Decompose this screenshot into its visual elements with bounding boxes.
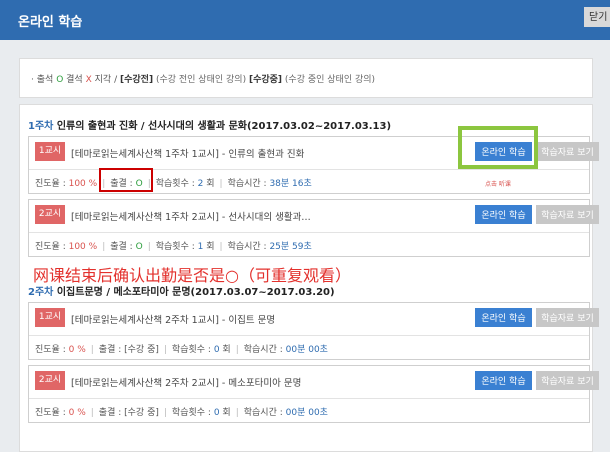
highlight-box-attendance xyxy=(99,168,153,192)
lesson-stats: 진도율 : 100 % | 출결 : O | 학습횟수 : 2 회 | 학습시간 : 38분… xyxy=(35,179,312,189)
lesson-stats: 진도율 : 100 % | 출결 : O | 학습횟수 : 1 회 | 학습시간 : 25분… xyxy=(35,242,312,252)
lesson-card: 2교시 [테마로읽는세계사산책 1주차 2교시] - 선사시대의 생활과… 온라… xyxy=(28,199,599,257)
study-count-unit: 회 xyxy=(222,345,231,355)
lesson-title: [테마로읽는세계사산책 1주차 2교시] - 선사시대의 생활과… xyxy=(71,212,311,223)
online-study-button[interactable]: 온라인 학습 xyxy=(475,371,532,390)
study-time-value: 00분 00초 xyxy=(285,408,328,418)
lesson-badge: 1교시 xyxy=(35,308,65,327)
attendance-label: 출결 : xyxy=(98,408,122,418)
legend-x-mark: X xyxy=(85,75,92,85)
legend-absent: 결석 xyxy=(66,75,83,85)
week-topic: 이집트문명 / 메소포타미아 문명(2017.03.07~2017.03.20) xyxy=(56,287,335,298)
study-time-value: 00분 00초 xyxy=(285,345,328,355)
lesson-title: [테마로읽는세계사산책 2주차 2교시] - 메소포타미아 문명 xyxy=(71,378,302,389)
legend-before-desc: (수강 전인 상태인 강의) xyxy=(155,75,247,85)
attendance-value: O xyxy=(135,242,143,252)
legend-ongoing-tag: [수강중] xyxy=(248,75,283,85)
attendance-label: 출결 : xyxy=(110,242,133,252)
study-count-label: 학습횟수 : xyxy=(155,179,195,189)
study-time-value: 25분 59초 xyxy=(269,242,312,252)
study-count-unit: 회 xyxy=(206,242,215,252)
view-material-button[interactable]: 학습자료 보기 xyxy=(536,205,599,224)
view-material-button[interactable]: 학습자료 보기 xyxy=(536,308,599,327)
legend-separator: / xyxy=(114,75,118,85)
lesson-title: [테마로읽는세계사산책 1주차 1교시] - 인류의 출현과 진화 xyxy=(71,149,305,160)
page-title: 온라인 학습 xyxy=(18,15,83,30)
legend-ongoing-desc: (수강 중인 상태인 강의) xyxy=(284,75,376,85)
lesson-stats: 진도율 : 0 % | 출결 : [수강 중] | 학습횟수 : 0 회 | 학습시간 : … xyxy=(35,408,328,418)
legend-before-tag: [수강전] xyxy=(120,75,154,85)
study-count-value: 2 xyxy=(197,179,204,189)
progress-value: 100 % xyxy=(68,179,98,189)
lesson-stats: 진도율 : 0 % | 출결 : [수강 중] | 학습횟수 : 0 회 | 학습시간 : … xyxy=(35,345,328,355)
annotation-note: 点击 听课 xyxy=(485,181,511,188)
progress-label: 진도율 : xyxy=(35,408,66,418)
study-count-value: 1 xyxy=(197,242,204,252)
online-study-button[interactable]: 온라인 학습 xyxy=(475,308,532,327)
study-time-value: 38분 16초 xyxy=(269,179,312,189)
progress-label: 진도율 : xyxy=(35,242,66,252)
lesson-card: 1교시 [테마로읽는세계사산책 2주차 1교시] - 이집트 문명 온라인 학습… xyxy=(28,302,599,360)
annotation-text: 网课结束后确认出勤是否是○（可重复观看） xyxy=(33,266,351,285)
lesson-badge: 2교시 xyxy=(35,371,65,390)
study-time-label: 학습시간 : xyxy=(227,179,267,189)
highlight-box-study-button xyxy=(458,126,538,169)
legend-attendance: 출석 xyxy=(36,75,54,85)
study-time-label: 학습시간 : xyxy=(243,345,283,355)
week-title: 1주차 인류의 출현과 진화 / 선사시대의 생활과 문화(2017.03.02… xyxy=(28,117,391,132)
progress-value: 100 % xyxy=(68,242,98,252)
study-count-value: 0 xyxy=(213,408,220,418)
week-number: 1주차 xyxy=(28,121,54,132)
view-material-button[interactable]: 학습자료 보기 xyxy=(536,371,599,390)
study-count-unit: 회 xyxy=(222,408,231,418)
attendance-label: 출결 : xyxy=(98,345,122,355)
study-count-label: 학습횟수 : xyxy=(171,345,211,355)
study-time-label: 학습시간 : xyxy=(243,408,283,418)
legend-o-mark: O xyxy=(56,75,64,85)
attendance-value: [수강 중] xyxy=(124,408,159,418)
legend-bullet: · xyxy=(31,75,34,85)
lesson-title: [테마로읽는세계사산책 2주차 1교시] - 이집트 문명 xyxy=(71,315,276,326)
header-bar: 온라인 학습 닫기 xyxy=(0,0,610,40)
lesson-card: 2교시 [테마로읽는세계사산책 2주차 2교시] - 메소포타미아 문명 온라인… xyxy=(28,365,599,423)
legend-panel: · 출석 O 결석 X 지각 / [수강전] (수강 전인 상태인 강의) [수… xyxy=(19,58,593,98)
progress-value: 0 % xyxy=(68,345,86,355)
legend-late: 지각 xyxy=(94,75,112,85)
lesson-badge: 2교시 xyxy=(35,205,65,224)
study-count-unit: 회 xyxy=(206,179,215,189)
attendance-value: [수강 중] xyxy=(124,345,159,355)
status-legend: · 출석 O 결석 X 지각 / [수강전] (수강 전인 상태인 강의) [수… xyxy=(31,72,375,85)
study-time-label: 학습시간 : xyxy=(227,242,267,252)
progress-label: 진도율 : xyxy=(35,345,66,355)
online-study-button[interactable]: 온라인 학습 xyxy=(475,205,532,224)
view-material-button[interactable]: 학습자료 보기 xyxy=(536,142,599,161)
study-count-label: 학습횟수 : xyxy=(155,242,195,252)
study-count-label: 학습횟수 : xyxy=(171,408,211,418)
progress-value: 0 % xyxy=(68,408,86,418)
lesson-badge: 1교시 xyxy=(35,142,65,161)
week-number: 2주차 xyxy=(28,287,54,298)
close-button[interactable]: 닫기 xyxy=(584,7,610,27)
week-topic: 인류의 출현과 진화 / 선사시대의 생활과 문화(2017.03.02~201… xyxy=(56,121,392,132)
progress-label: 진도율 : xyxy=(35,179,66,189)
study-count-value: 0 xyxy=(213,345,220,355)
